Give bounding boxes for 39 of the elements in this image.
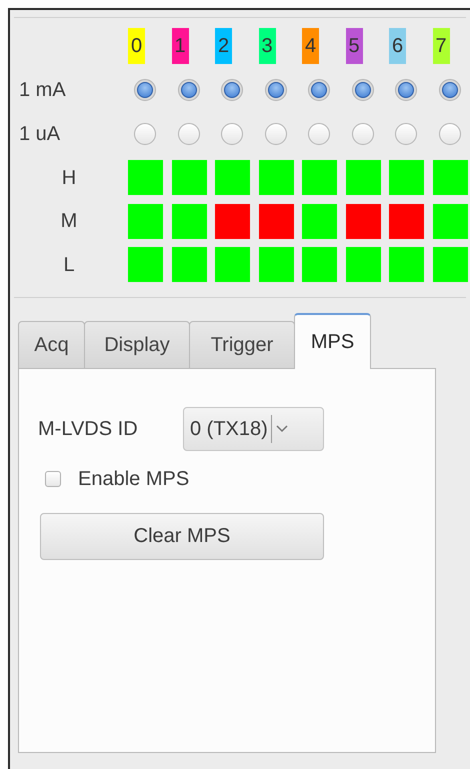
radio-button[interactable] [221, 79, 243, 101]
radio-button[interactable] [264, 123, 286, 145]
radio-button[interactable] [134, 123, 156, 145]
channel-label: 6 [389, 28, 406, 64]
radio-button[interactable] [352, 79, 374, 101]
radio-button[interactable] [308, 79, 330, 101]
radio-button[interactable] [395, 123, 417, 145]
chevron-down-icon [276, 424, 288, 432]
field-label: M-LVDS ID [38, 416, 139, 442]
row-label: 1 mA [19, 78, 66, 103]
row-label: M [60, 209, 78, 234]
channel-label: 0 [128, 28, 145, 64]
radio-button[interactable] [134, 79, 156, 101]
clear-mps-button[interactable]: Clear MPS [40, 512, 324, 560]
radio-button[interactable] [178, 79, 200, 101]
checkbox-label[interactable]: Enable MPS [78, 464, 190, 494]
id-dropdown[interactable]: 0 (TX18) [183, 406, 324, 450]
radio-button[interactable] [352, 123, 374, 145]
tab[interactable]: Trigger [189, 320, 295, 368]
tab[interactable]: Acq [18, 320, 85, 368]
radio-button[interactable] [178, 123, 200, 145]
radio-button[interactable] [438, 79, 460, 101]
row-label: L [63, 252, 75, 278]
tab[interactable]: Display [84, 320, 190, 368]
radio-button[interactable] [221, 123, 243, 145]
radio-button[interactable] [438, 123, 460, 145]
channel-label: 3 [258, 28, 276, 64]
channel-label: 2 [215, 28, 232, 64]
radio-button[interactable] [395, 79, 417, 101]
channel-label: 5 [346, 28, 362, 64]
channel-label: 1 [172, 28, 188, 64]
tab[interactable]: MPS [294, 312, 371, 368]
checkbox[interactable] [45, 470, 61, 486]
row-label: H [62, 166, 76, 191]
radio-button[interactable] [264, 79, 286, 101]
channel-label: 7 [432, 28, 450, 64]
row-label: 1 uA [19, 122, 60, 147]
channel-label: 4 [302, 28, 319, 64]
radio-button[interactable] [308, 123, 330, 145]
